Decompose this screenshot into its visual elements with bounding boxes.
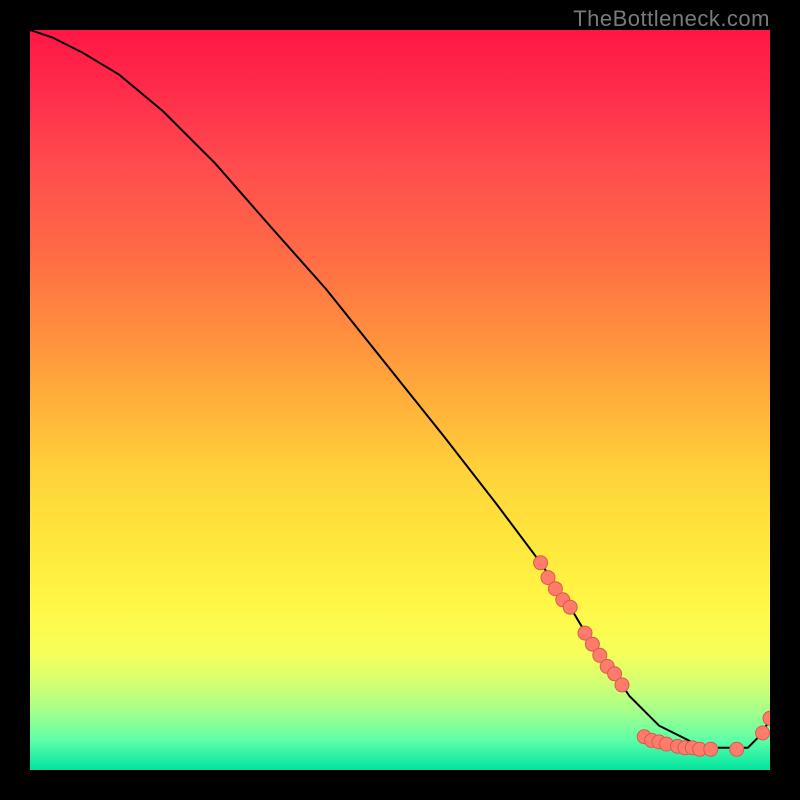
attribution-label: TheBottleneck.com bbox=[573, 6, 770, 32]
plot-area bbox=[30, 30, 770, 770]
curve-marker bbox=[756, 726, 770, 740]
curve-overlay bbox=[30, 30, 770, 770]
curve-markers bbox=[534, 556, 770, 756]
curve-marker bbox=[704, 742, 718, 756]
curve-marker bbox=[763, 711, 770, 725]
curve-marker bbox=[615, 678, 629, 692]
curve-marker bbox=[730, 742, 744, 756]
curve-marker bbox=[563, 600, 577, 614]
curve-marker bbox=[534, 556, 548, 570]
chart-stage: TheBottleneck.com bbox=[0, 0, 800, 800]
bottleneck-curve bbox=[30, 30, 770, 748]
